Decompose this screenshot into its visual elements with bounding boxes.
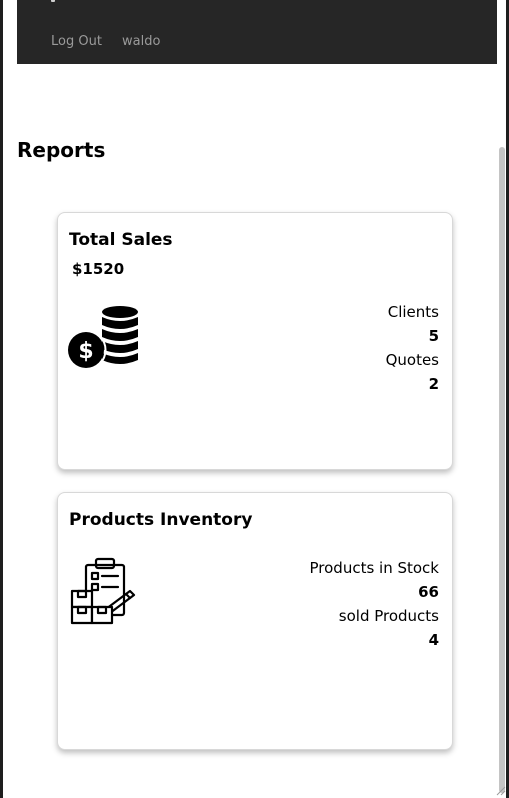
username-link[interactable]: waldo: [122, 34, 160, 49]
vertical-scrollbar-thumb[interactable]: [499, 147, 505, 793]
sold-products-value: 4: [428, 631, 439, 649]
clients-label: Clients: [387, 303, 439, 321]
quotes-label: Quotes: [385, 351, 439, 369]
resize-grip-icon[interactable]: [496, 786, 506, 796]
clients-value: 5: [428, 327, 439, 345]
svg-text:$: $: [78, 339, 93, 364]
app-window: Log Out waldo Reports Total Sales $1520 …: [0, 0, 509, 798]
logout-link[interactable]: Log Out: [51, 34, 102, 49]
money-coins-icon: $: [68, 306, 138, 369]
products-in-stock-value: 66: [418, 583, 439, 601]
products-in-stock-label: Products in Stock: [309, 559, 440, 577]
nav-cut-off-glyph: [51, 0, 55, 2]
total-sales-card: Total Sales $1520 $ Clients 5 Quotes 2: [57, 212, 453, 470]
total-sales-title: Total Sales: [69, 230, 173, 250]
quotes-value: 2: [428, 375, 439, 393]
products-inventory-title: Products Inventory: [69, 510, 253, 530]
inventory-clipboard-boxes-icon: [70, 557, 136, 625]
sold-products-label: sold Products: [338, 607, 439, 625]
total-sales-amount: $1520: [72, 260, 125, 278]
page-title: Reports: [17, 138, 106, 162]
top-navbar: Log Out waldo: [17, 0, 497, 64]
products-inventory-card: Products Inventory Products in Stock 66 …: [57, 492, 453, 750]
